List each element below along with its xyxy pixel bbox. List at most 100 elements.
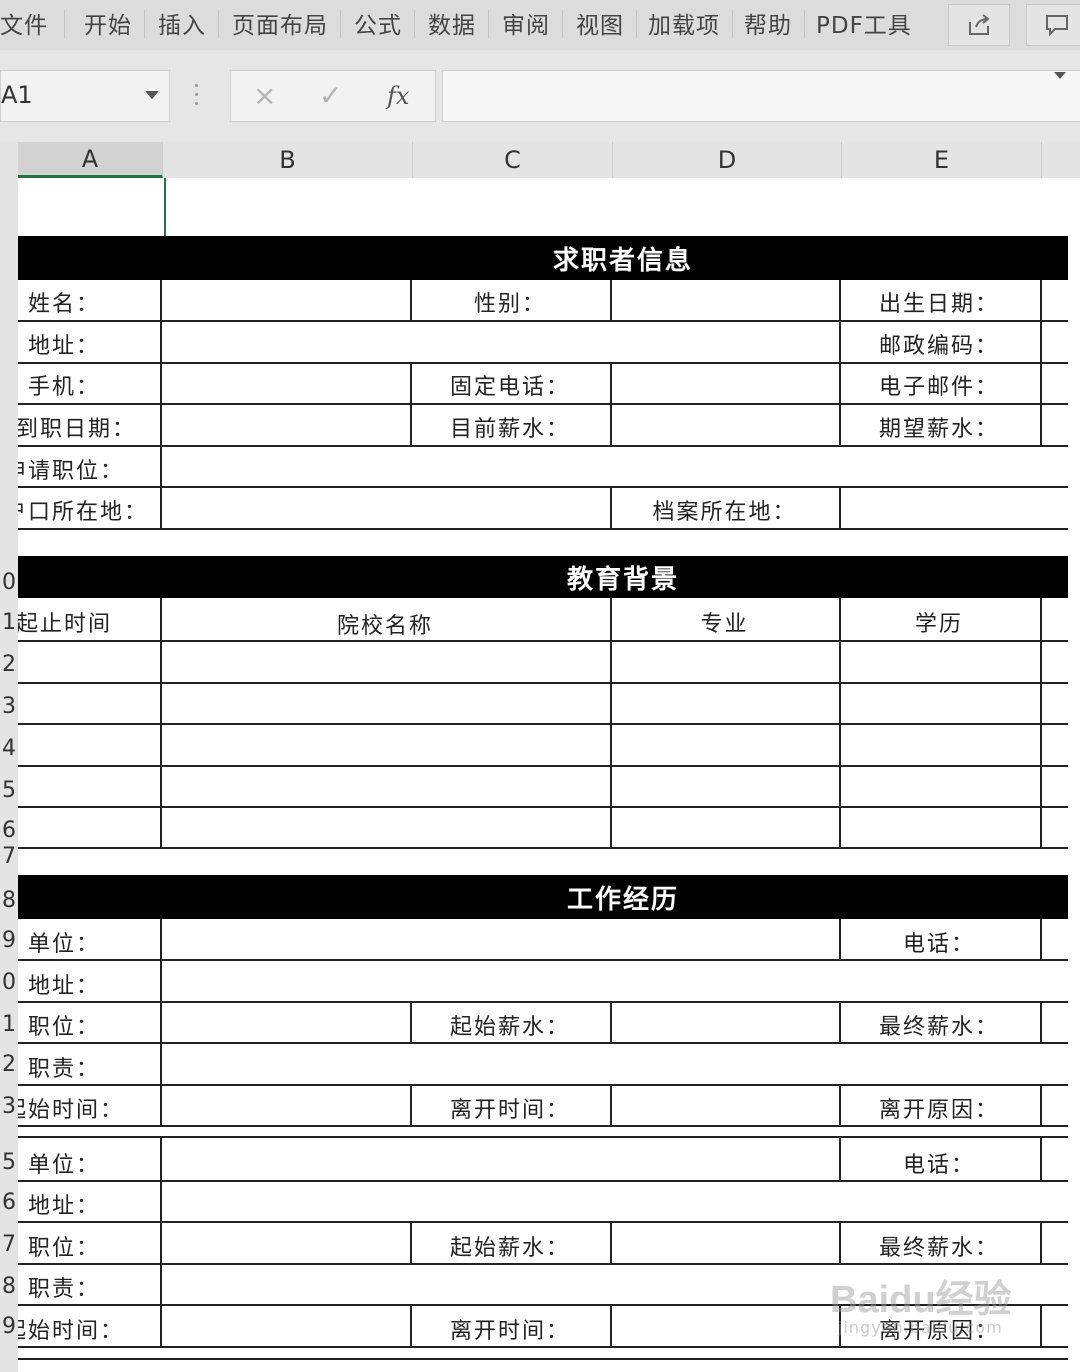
grid-line bbox=[1040, 1136, 1042, 1180]
worksheet[interactable]: 求职者信息 姓名： 性别： 出生日期： 地址： 邮政编码： 手机： 固定电话： … bbox=[18, 178, 1080, 1372]
label-leave-time: 离开时间： bbox=[449, 1098, 570, 1123]
tab-page-layout[interactable]: 页面布局 bbox=[232, 6, 328, 40]
header-period: 起止时间 bbox=[18, 612, 113, 637]
label-applied-position: 申请职位： bbox=[18, 459, 125, 484]
grid-line bbox=[18, 959, 1068, 961]
row-number[interactable]: 6 bbox=[0, 1190, 16, 1215]
grid-line bbox=[18, 445, 1068, 447]
row-number[interactable]: 6 bbox=[0, 818, 16, 843]
tab-help[interactable]: 帮助 bbox=[744, 6, 792, 40]
label-hukou: 户口所在地： bbox=[18, 500, 149, 525]
cancel-icon[interactable]: × bbox=[253, 79, 276, 112]
grid-line bbox=[610, 1304, 612, 1346]
section-header-work: 工作经历 bbox=[18, 875, 1068, 919]
comments-button[interactable] bbox=[1026, 4, 1080, 46]
row-number[interactable]: 2 bbox=[0, 1052, 16, 1077]
insert-function-icon[interactable]: fx bbox=[387, 82, 409, 110]
column-header-a[interactable]: A bbox=[18, 142, 163, 178]
grid-line bbox=[1040, 1304, 1042, 1346]
row-number[interactable]: 9 bbox=[0, 928, 16, 953]
grid-line bbox=[18, 486, 1068, 488]
tab-addins[interactable]: 加载项 bbox=[648, 6, 720, 40]
column-header-d[interactable]: D bbox=[613, 142, 842, 178]
label-duty: 职责： bbox=[28, 1057, 101, 1082]
grid-line bbox=[610, 1084, 612, 1125]
row-number[interactable]: 1 bbox=[0, 610, 16, 635]
grid-line bbox=[18, 640, 1068, 642]
chevron-down-icon[interactable] bbox=[145, 91, 159, 99]
row-number[interactable]: 5 bbox=[0, 778, 16, 803]
row-number[interactable]: 8 bbox=[0, 888, 16, 913]
grid-line bbox=[18, 1136, 1068, 1138]
tab-separator bbox=[144, 10, 145, 38]
comment-icon bbox=[1046, 15, 1068, 37]
label-position: 职位： bbox=[28, 1236, 101, 1261]
tab-separator bbox=[636, 10, 637, 38]
row-number[interactable]: 9 bbox=[0, 1314, 16, 1339]
label-duty: 职责： bbox=[28, 1277, 101, 1302]
grid-line bbox=[18, 765, 1068, 767]
tab-formulas[interactable]: 公式 bbox=[354, 6, 402, 40]
grid-line bbox=[1040, 1001, 1042, 1042]
tab-separator bbox=[414, 10, 415, 38]
section-title: 教育背景 bbox=[566, 564, 679, 595]
expand-formula-bar-icon[interactable] bbox=[1054, 72, 1066, 79]
watermark-url: jingyan.baidu.com bbox=[838, 1318, 1003, 1337]
tab-data[interactable]: 数据 bbox=[428, 6, 476, 40]
formula-buttons: × ✓ fx bbox=[230, 70, 436, 122]
selected-cell-a1[interactable] bbox=[18, 178, 169, 245]
row-number[interactable]: 1 bbox=[0, 1012, 16, 1037]
label-birth-date: 出生日期： bbox=[878, 292, 999, 317]
grid-line bbox=[18, 1358, 1068, 1360]
grid-line bbox=[18, 1125, 1068, 1127]
watermark-logo: Baidu经验 bbox=[830, 1279, 1012, 1321]
label-leave-reason: 离开原因： bbox=[878, 1098, 999, 1123]
tab-file[interactable]: 文件 bbox=[0, 6, 48, 40]
label-start-date: 到职日期： bbox=[18, 417, 137, 442]
column-header-e[interactable]: E bbox=[842, 142, 1042, 178]
row-number[interactable]: 7 bbox=[0, 844, 16, 869]
row-number[interactable]: 0 bbox=[0, 970, 16, 995]
row-number[interactable]: 4 bbox=[0, 736, 16, 761]
label-telephone: 电话： bbox=[902, 932, 975, 957]
grid-line bbox=[18, 1001, 1068, 1003]
header-school: 院校名称 bbox=[336, 614, 433, 639]
grid-line bbox=[160, 919, 162, 1125]
grid-line bbox=[18, 1221, 1068, 1223]
row-number[interactable]: 0 bbox=[0, 570, 16, 595]
tab-separator bbox=[732, 10, 733, 38]
grid-line bbox=[18, 403, 1068, 405]
tab-separator bbox=[340, 10, 341, 38]
grid-line bbox=[18, 320, 1068, 322]
label-work-address: 地址： bbox=[28, 974, 101, 999]
grid-line bbox=[18, 1084, 1068, 1086]
tab-separator bbox=[804, 10, 805, 38]
more-options-icon[interactable] bbox=[194, 84, 200, 108]
grid-line bbox=[18, 1042, 1068, 1044]
enter-icon[interactable]: ✓ bbox=[319, 79, 342, 112]
column-header-b[interactable]: B bbox=[163, 142, 413, 178]
row-number[interactable]: 3 bbox=[0, 694, 16, 719]
row-number[interactable]: 2 bbox=[0, 652, 16, 677]
row-number[interactable]: 5 bbox=[0, 1150, 16, 1175]
label-telephone: 电话： bbox=[902, 1153, 975, 1178]
column-header-c[interactable]: C bbox=[413, 142, 613, 178]
tab-review[interactable]: 审阅 bbox=[502, 6, 550, 40]
tab-pdf-tools[interactable]: PDF工具 bbox=[816, 6, 912, 40]
grid-line bbox=[1040, 598, 1042, 847]
formula-input[interactable] bbox=[442, 70, 1080, 122]
column-headers: A B C D E bbox=[0, 142, 1080, 179]
row-number[interactable]: 8 bbox=[0, 1274, 16, 1299]
row-number[interactable]: 3 bbox=[0, 1094, 16, 1119]
grid-line bbox=[18, 682, 1068, 684]
label-phone: 固定电话： bbox=[449, 375, 570, 400]
name-box-value: A1 bbox=[1, 81, 33, 109]
label-current-salary: 目前薪水： bbox=[449, 417, 570, 442]
name-box[interactable]: A1 bbox=[0, 70, 170, 122]
tab-home[interactable]: 开始 bbox=[84, 6, 132, 40]
section-title: 工作经历 bbox=[566, 884, 679, 915]
row-number[interactable]: 7 bbox=[0, 1232, 16, 1257]
tab-view[interactable]: 视图 bbox=[576, 6, 624, 40]
tab-insert[interactable]: 插入 bbox=[158, 6, 206, 40]
share-button[interactable] bbox=[948, 4, 1010, 46]
